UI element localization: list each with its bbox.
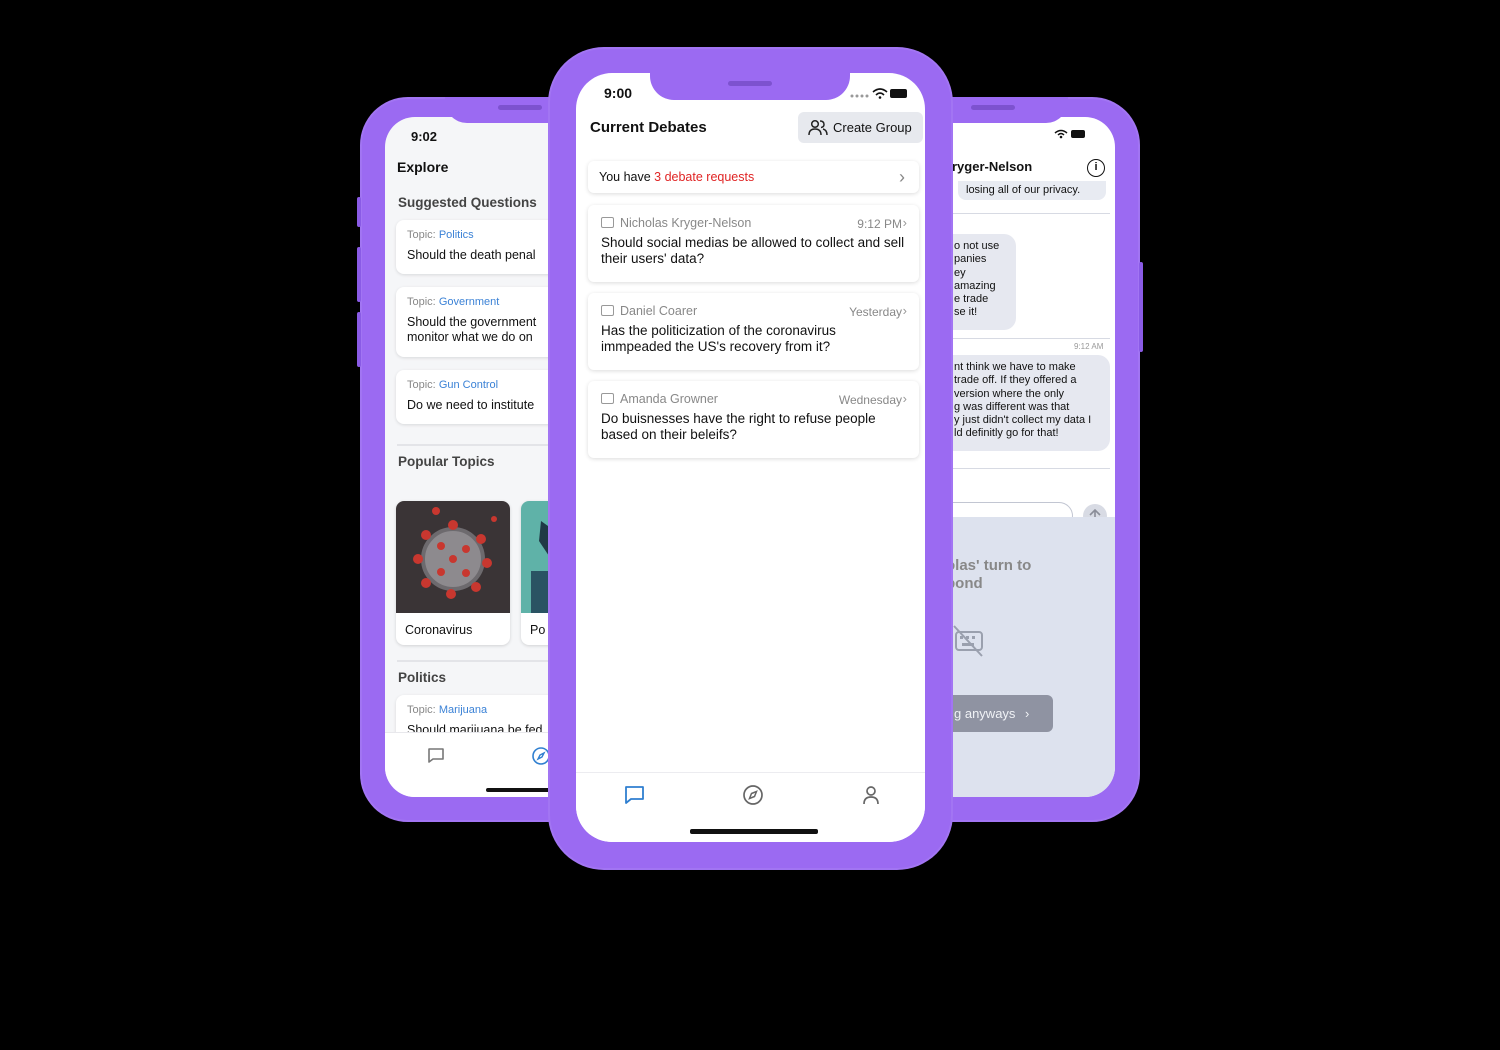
popular-topics-heading: Popular Topics [398,454,495,469]
home-indicator [690,829,818,834]
debate-card[interactable]: Daniel Coarer Yesterday › Has the politi… [588,293,919,370]
politics-heading: Politics [398,670,447,685]
debate-question: Do buisnesses have the right to refuse p… [601,411,876,442]
person-icon[interactable] [862,785,880,805]
topic-link[interactable]: Government [439,296,500,308]
debate-question: Should social medias be allowed to colle… [601,235,905,266]
requests-prefix: You have [599,170,655,184]
side-button [357,197,361,227]
message-timestamp: 9:12 AM [1074,342,1104,351]
debate-time: 9:12 PM [857,217,902,231]
side-button [1139,262,1143,352]
status-icons [850,88,907,99]
topic-label: Topic: [407,229,436,241]
message-bubble: o not use panies ey amazing e trade se i… [950,234,1016,330]
wifi-battery-icon [1054,129,1085,139]
message-bubble: losing all of our privacy. [958,181,1106,201]
divider [950,213,1110,214]
status-time: 9:00 [604,85,633,101]
message-bubble: nt think we have to make trade off. If t… [950,355,1110,451]
chat-icon[interactable] [624,785,645,805]
continue-anyways-label: g anyways [954,706,1016,721]
topic-label: Topic: [407,704,436,716]
topic-label: Topic: [407,379,436,391]
chevron-right-icon: › [902,215,907,230]
topic-tile-coronavirus[interactable]: Coronavirus [396,501,510,645]
create-group-label: Create Group [833,120,912,135]
topic-link[interactable]: Gun Control [439,379,498,391]
question-text: Should the government monitor what we do… [407,315,537,344]
status-time: 9:02 [411,129,438,144]
debate-card[interactable]: Nicholas Kryger-Nelson 9:12 PM › Should … [588,205,919,282]
notch [650,73,850,100]
chat-title: ryger-Nelson [952,159,1033,174]
chevron-right-icon: › [902,303,907,318]
debate-time: Wednesday [838,393,902,407]
center-phone: 9:00 Current Debates Create Group You ha… [548,47,953,870]
debate-question: Has the politicization of the coronaviru… [601,323,836,354]
topic-label: Po [530,623,546,637]
group-icon [808,119,828,136]
divider [950,468,1110,469]
info-icon[interactable]: i [1087,159,1105,177]
chevron-right-icon: › [902,391,907,406]
page-title: Explore [397,159,449,175]
side-button [357,312,361,367]
status-icons [1053,129,1087,142]
chevron-right-icon: › [899,167,905,187]
debates-screen: 9:00 Current Debates Create Group You ha… [576,73,925,842]
chat-bubble-icon [601,393,614,404]
topic-link[interactable]: Marijuana [439,704,487,716]
topic-label: Coronavirus [405,623,473,637]
divider [950,338,1110,339]
turn-message: olas' turn to pond [946,557,1032,592]
debate-card[interactable]: Amanda Growner Wednesday › Do buisnesses… [588,381,919,458]
tab-bar [576,772,925,842]
side-button [357,247,361,302]
compass-icon[interactable] [742,784,764,806]
topic-label: Topic: [407,296,436,308]
continue-anyways-button[interactable]: g anyways › [940,695,1053,732]
chevron-right-icon: › [1025,706,1030,721]
page-title: Current Debates [590,119,707,136]
chat-bubble-icon [601,305,614,316]
topic-link[interactable]: Politics [439,229,474,241]
debate-requests-banner[interactable]: You have 3 debate requests › [588,161,919,193]
chat-bubble-icon [601,217,614,228]
suggested-questions-heading: Suggested Questions [398,195,537,210]
requests-count: 3 debate requests [654,170,755,184]
keyboard-off-icon [953,625,983,657]
create-group-button[interactable]: Create Group [798,112,923,143]
debate-time: Yesterday [849,305,902,319]
chat-icon[interactable] [427,747,445,764]
coronavirus-image [396,501,510,613]
